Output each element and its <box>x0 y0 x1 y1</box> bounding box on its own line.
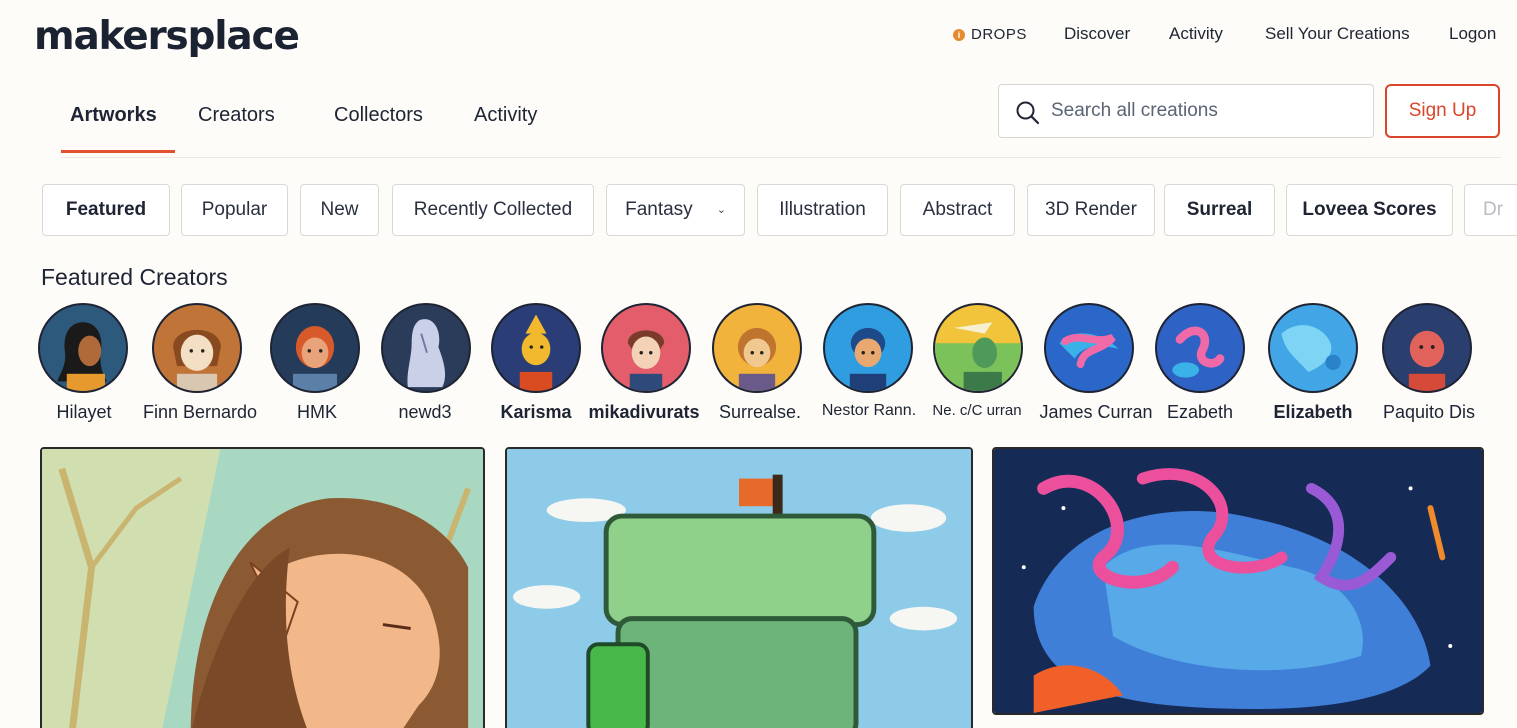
creator-name[interactable]: Ne. c/C urran <box>932 402 1021 419</box>
tab-activity[interactable]: Activity <box>474 104 537 127</box>
nav-drops-label: DROPS <box>971 26 1027 43</box>
creator-name[interactable]: mikadivurats <box>588 402 699 423</box>
filter-loveea-scores[interactable]: Loveea Scores <box>1286 184 1453 236</box>
filter-illustration[interactable]: Illustration <box>757 184 888 236</box>
artwork-image <box>42 449 483 728</box>
featured-creators-title: Featured Creators <box>41 264 228 290</box>
sign-up-button[interactable]: Sign Up <box>1385 84 1500 138</box>
artwork-card-elf[interactable] <box>40 447 485 728</box>
filter-abstract[interactable]: Abstract <box>900 184 1015 236</box>
tabs-divider <box>61 157 1501 158</box>
creator-name[interactable]: Elizabeth <box>1273 402 1352 423</box>
creator-avatar-8[interactable] <box>823 303 913 393</box>
creator-avatar-4[interactable] <box>381 303 471 393</box>
filter-3d-render[interactable]: 3D Render <box>1027 184 1155 236</box>
top-nav: i DROPS Discover Activity Sell Your Creat… <box>0 24 1517 48</box>
creator-name[interactable]: Hilayet <box>56 402 111 423</box>
creator-name[interactable]: James Curran <box>1039 402 1152 423</box>
creator-avatar-13[interactable] <box>1382 303 1472 393</box>
creator-avatar-12[interactable] <box>1268 303 1358 393</box>
filter-fantasy-label: Fantasy <box>625 199 693 220</box>
search-box[interactable] <box>998 84 1374 138</box>
artwork-image <box>507 449 971 728</box>
artwork-image <box>994 449 1482 713</box>
search-input[interactable] <box>1051 97 1361 125</box>
filter-featured[interactable]: Featured <box>42 184 170 236</box>
creator-avatar-2[interactable] <box>152 303 242 393</box>
creator-name[interactable]: Ezabeth <box>1167 402 1233 423</box>
creator-avatar-11[interactable] <box>1155 303 1245 393</box>
tab-artworks[interactable]: Artworks <box>70 104 157 127</box>
creator-avatar-9[interactable] <box>933 303 1023 393</box>
tab-creators[interactable]: Creators <box>198 104 275 127</box>
nav-logon[interactable]: Logon <box>1449 24 1496 44</box>
creator-name[interactable]: HMK <box>297 402 337 423</box>
search-icon <box>1016 101 1040 125</box>
nav-discover[interactable]: Discover <box>1064 24 1130 44</box>
filter-popular[interactable]: Popular <box>181 184 288 236</box>
artwork-card-abstract[interactable] <box>992 447 1484 715</box>
filter-partial[interactable]: Dr <box>1464 184 1517 236</box>
tab-collectors[interactable]: Collectors <box>334 104 423 127</box>
nav-activity[interactable]: Activity <box>1169 24 1223 44</box>
creator-name[interactable]: Karisma <box>500 402 571 423</box>
filter-recently-collected[interactable]: Recently Collected <box>392 184 594 236</box>
creator-avatar-6[interactable] <box>601 303 691 393</box>
creator-avatar-1[interactable] <box>38 303 128 393</box>
chevron-down-icon: ⌄ <box>716 204 726 216</box>
creator-avatar-5[interactable] <box>491 303 581 393</box>
creator-name[interactable]: Surrealse. <box>719 402 801 423</box>
artwork-card-hold-on[interactable] <box>505 447 973 728</box>
creator-name[interactable]: Nestor Rann. <box>822 402 916 420</box>
active-tab-underline <box>61 150 175 153</box>
creator-avatar-3[interactable] <box>270 303 360 393</box>
creator-name[interactable]: Finn Bernardo <box>143 402 257 423</box>
nav-sell-your-creations[interactable]: Sell Your Creations <box>1265 24 1410 44</box>
drops-icon: i <box>953 29 965 41</box>
filter-surreal[interactable]: Surreal <box>1164 184 1275 236</box>
nav-drops[interactable]: i DROPS <box>953 24 1027 44</box>
creator-name[interactable]: newd3 <box>398 402 451 423</box>
filter-new[interactable]: New <box>300 184 379 236</box>
creator-avatar-10[interactable] <box>1044 303 1134 393</box>
filter-fantasy-dropdown[interactable]: Fantasy ⌄ <box>606 184 745 236</box>
creator-avatar-7[interactable] <box>712 303 802 393</box>
creator-name[interactable]: Paquito Dis <box>1383 402 1475 423</box>
filter-bar: Featured Popular New Recently Collected … <box>0 184 1517 238</box>
